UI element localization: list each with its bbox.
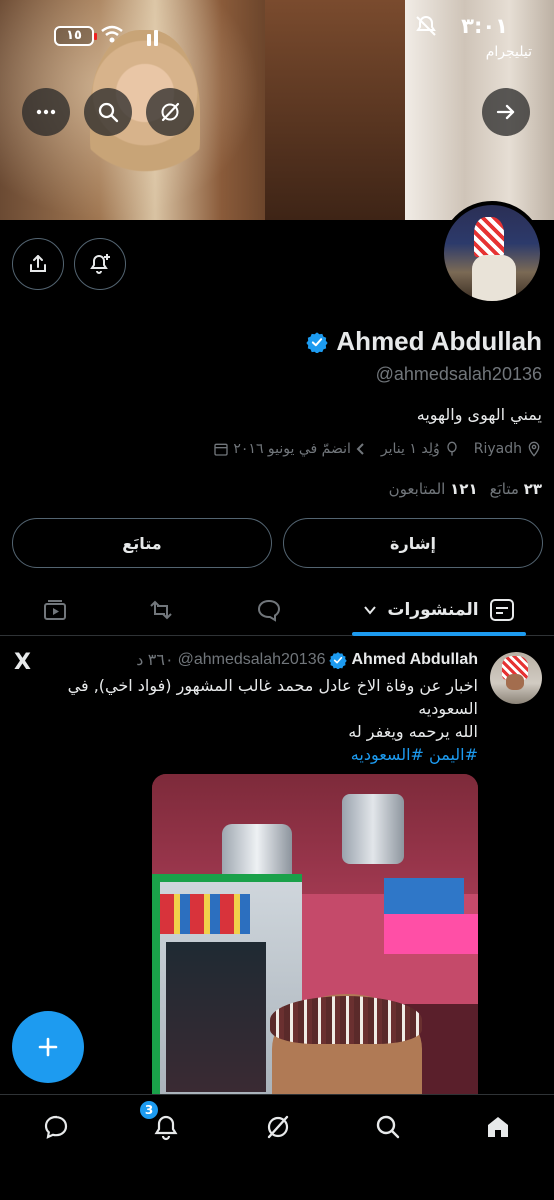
notify-subscribe-button[interactable]: [74, 238, 126, 290]
followers-stat[interactable]: ١٢١ المتابعون: [389, 480, 478, 498]
profile-handle: @ahmedsalah20136: [375, 364, 542, 384]
notifications-badge: 3: [140, 1101, 158, 1119]
gesture-bar-area: [0, 1160, 554, 1200]
followers-label: المتابعون: [388, 480, 446, 498]
post-body: اخبار عن وفاة الاخ عادل محمد غالب المشهو…: [58, 674, 478, 766]
media-pink-pack: [384, 914, 478, 954]
avatar-body: [472, 255, 516, 301]
post-author-name[interactable]: Ahmed Abdullah: [351, 651, 478, 669]
plus-icon: [38, 1037, 58, 1057]
location-pin-icon: [528, 441, 540, 457]
bell-icon: [154, 1115, 178, 1141]
avatar-ghutra: [474, 217, 504, 257]
tab-reposts[interactable]: [126, 584, 196, 636]
grok-icon: [161, 102, 180, 122]
profile-birthday: وُلِد ١ يناير: [381, 441, 460, 457]
post-media-image[interactable]: [152, 774, 478, 1104]
mention-button[interactable]: إشارة: [283, 518, 543, 568]
back-button[interactable]: [482, 88, 530, 136]
repost-icon: [150, 600, 172, 620]
post-author-handle: @ahmedsalah20136: [177, 651, 326, 668]
tab-replies[interactable]: [234, 584, 304, 636]
chevron-down-icon: [364, 606, 377, 615]
following-stat[interactable]: ٢٣ متابَع: [490, 480, 542, 498]
video-icon: [44, 600, 66, 620]
balloon-icon: [447, 441, 457, 456]
profile-avatar[interactable]: [440, 201, 544, 305]
profile-name-row: Ahmed Abdullah: [306, 326, 542, 357]
followers-count: ١٢١: [450, 480, 478, 498]
calendar-icon: [214, 443, 229, 456]
more-icon: [36, 109, 56, 115]
nav-search[interactable]: [366, 1105, 410, 1149]
reply-bubble-icon: [257, 599, 281, 622]
share-button[interactable]: [12, 238, 64, 290]
media-fridge-glass: [166, 942, 266, 1092]
profile-location: Riyadh: [474, 441, 542, 457]
status-bar: ٣:٠١ تيليجرام ١٥: [0, 0, 554, 70]
media-cans: [160, 894, 250, 934]
home-icon: [488, 1117, 508, 1137]
tab-videos[interactable]: [20, 584, 90, 636]
profile-name: Ahmed Abdullah: [336, 326, 542, 356]
media-hat: [270, 996, 422, 1044]
tab-posts[interactable]: المنشورات: [352, 584, 526, 636]
post-avatar-face: [506, 674, 524, 690]
verified-badge-icon: [306, 331, 329, 353]
following-count: ٢٣: [523, 480, 542, 498]
follow-stats: ٢٣ متابَع ١٢١ المتابعون: [389, 480, 542, 498]
profile-joined: انضمّ في يونيو ٢٠١٦: [213, 441, 367, 457]
following-label: متابَع: [489, 480, 519, 498]
verified-badge-icon: [329, 652, 348, 669]
nav-grok[interactable]: [256, 1105, 300, 1149]
chevron-left-icon: [356, 443, 364, 455]
posts-icon: [489, 599, 514, 621]
location-text: Riyadh: [473, 441, 522, 457]
x-logo-icon: X: [14, 650, 31, 675]
search-icon: [376, 1115, 400, 1139]
tab-posts-label: المنشورات: [387, 600, 479, 620]
mention-button-label: إشارة: [390, 533, 436, 553]
joined-text: انضمّ في يونيو ٢٠١٦: [233, 441, 351, 457]
bell-off-icon: [416, 15, 436, 36]
follow-button[interactable]: متابَع: [12, 518, 272, 568]
grok-button[interactable]: [146, 88, 194, 136]
more-options-button[interactable]: [22, 88, 70, 136]
post-hashtags[interactable]: #اليمن #السعوديه: [58, 743, 478, 766]
post-time: ٣٦٠ د: [136, 652, 174, 669]
follow-button-label: متابَع: [122, 533, 162, 553]
nav-messages[interactable]: [34, 1105, 78, 1149]
arrow-right-icon: [496, 104, 515, 120]
signal-icon: [147, 30, 158, 46]
media-pot: [342, 794, 404, 864]
nav-home[interactable]: [476, 1105, 520, 1149]
search-icon: [98, 102, 119, 123]
messages-bubble-icon: [44, 1115, 68, 1139]
profile-meta: Riyadh وُلِد ١ يناير انضمّ في يونيو ٢٠١٦: [213, 441, 542, 457]
profile-bio: يمني الهوى والهويه: [416, 405, 542, 424]
post-author-avatar[interactable]: [490, 652, 542, 704]
compose-button[interactable]: [12, 1011, 84, 1083]
wifi-icon: [101, 25, 123, 43]
battery-indicator: ١٥: [54, 26, 97, 46]
post-text-line2: الله يرحمه ويغفر له: [348, 722, 478, 741]
bell-plus-icon: [90, 254, 110, 274]
grok-icon: [267, 1115, 289, 1139]
status-time: ٣:٠١: [461, 14, 508, 38]
bottom-navigation: 3: [0, 1094, 554, 1160]
notification-source: تيليجرام: [485, 44, 532, 60]
post-header: ٣٦٠ د @ahmedsalah20136 Ahmed Abdullah: [136, 650, 478, 670]
active-tab-indicator: [352, 632, 526, 636]
profile-tabs: المنشورات: [0, 584, 554, 636]
share-icon: [30, 255, 46, 272]
search-button[interactable]: [84, 88, 132, 136]
post-text-line1: اخبار عن وفاة الاخ عادل محمد غالب المشهو…: [67, 676, 478, 718]
birthday-text: وُلِد ١ يناير: [380, 441, 440, 457]
